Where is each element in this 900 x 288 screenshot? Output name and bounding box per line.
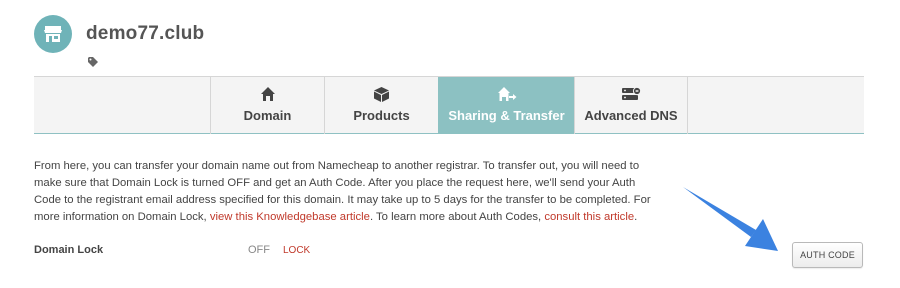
tab-sharing-transfer[interactable]: Sharing & Transfer — [438, 77, 574, 134]
tab-advanced-dns[interactable]: Advanced DNS — [574, 77, 688, 134]
knowledgebase-link[interactable]: view this Knowledgebase article — [210, 211, 370, 223]
tab-label: Products — [353, 108, 410, 123]
tab-bar: Domain Products Sharing & Transfer Advan… — [34, 76, 864, 134]
description-text: . To learn more about Auth Codes, — [369, 211, 545, 223]
server-icon — [621, 85, 641, 103]
domain-header: demo77.club — [34, 14, 204, 54]
transfer-description: From here, you can transfer your domain … — [34, 158, 654, 226]
annotation-arrow-icon — [683, 187, 778, 251]
box-icon — [372, 85, 392, 103]
tab-label: Advanced DNS — [584, 108, 678, 123]
tab-domain[interactable]: Domain — [210, 77, 324, 134]
tab-products[interactable]: Products — [324, 77, 438, 134]
home-icon — [258, 85, 278, 103]
home-share-icon — [497, 85, 517, 103]
domain-lock-status: OFF — [248, 244, 270, 256]
tab-label: Domain — [243, 108, 292, 123]
description-text: . — [634, 211, 638, 223]
consult-article-link[interactable]: consult this article — [544, 211, 634, 223]
domain-title: demo77.club — [86, 23, 205, 44]
tab-label: Sharing & Transfer — [448, 108, 565, 123]
tag-icon[interactable] — [88, 54, 98, 67]
store-icon — [34, 15, 72, 53]
auth-code-button[interactable]: AUTH CODE — [792, 242, 863, 268]
domain-lock-label: Domain Lock — [34, 244, 104, 256]
lock-link[interactable]: LOCK — [283, 245, 310, 256]
